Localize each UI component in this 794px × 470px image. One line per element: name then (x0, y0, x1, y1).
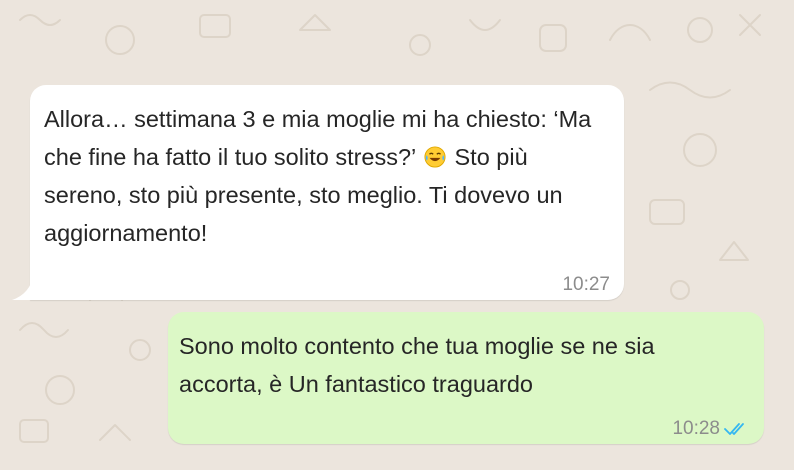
incoming-bubble-tail (12, 274, 34, 300)
incoming-message-text: Allora… settimana 3 e mia moglie mi ha c… (44, 100, 600, 252)
incoming-message-time: 10:27 (562, 274, 610, 295)
face-with-tears-of-joy-icon (424, 146, 446, 168)
outgoing-message-text: Sono molto contento che tua moglie se ne… (179, 333, 655, 397)
outgoing-message-meta: 10:28 (672, 418, 750, 440)
outgoing-message-time: 10:28 (672, 418, 720, 439)
double-check-read-icon (724, 423, 744, 435)
incoming-message-bubble[interactable]: Allora… settimana 3 e mia moglie mi ha c… (30, 85, 624, 300)
outgoing-message-bubble[interactable]: Sono molto contento che tua moglie se ne… (168, 312, 764, 444)
